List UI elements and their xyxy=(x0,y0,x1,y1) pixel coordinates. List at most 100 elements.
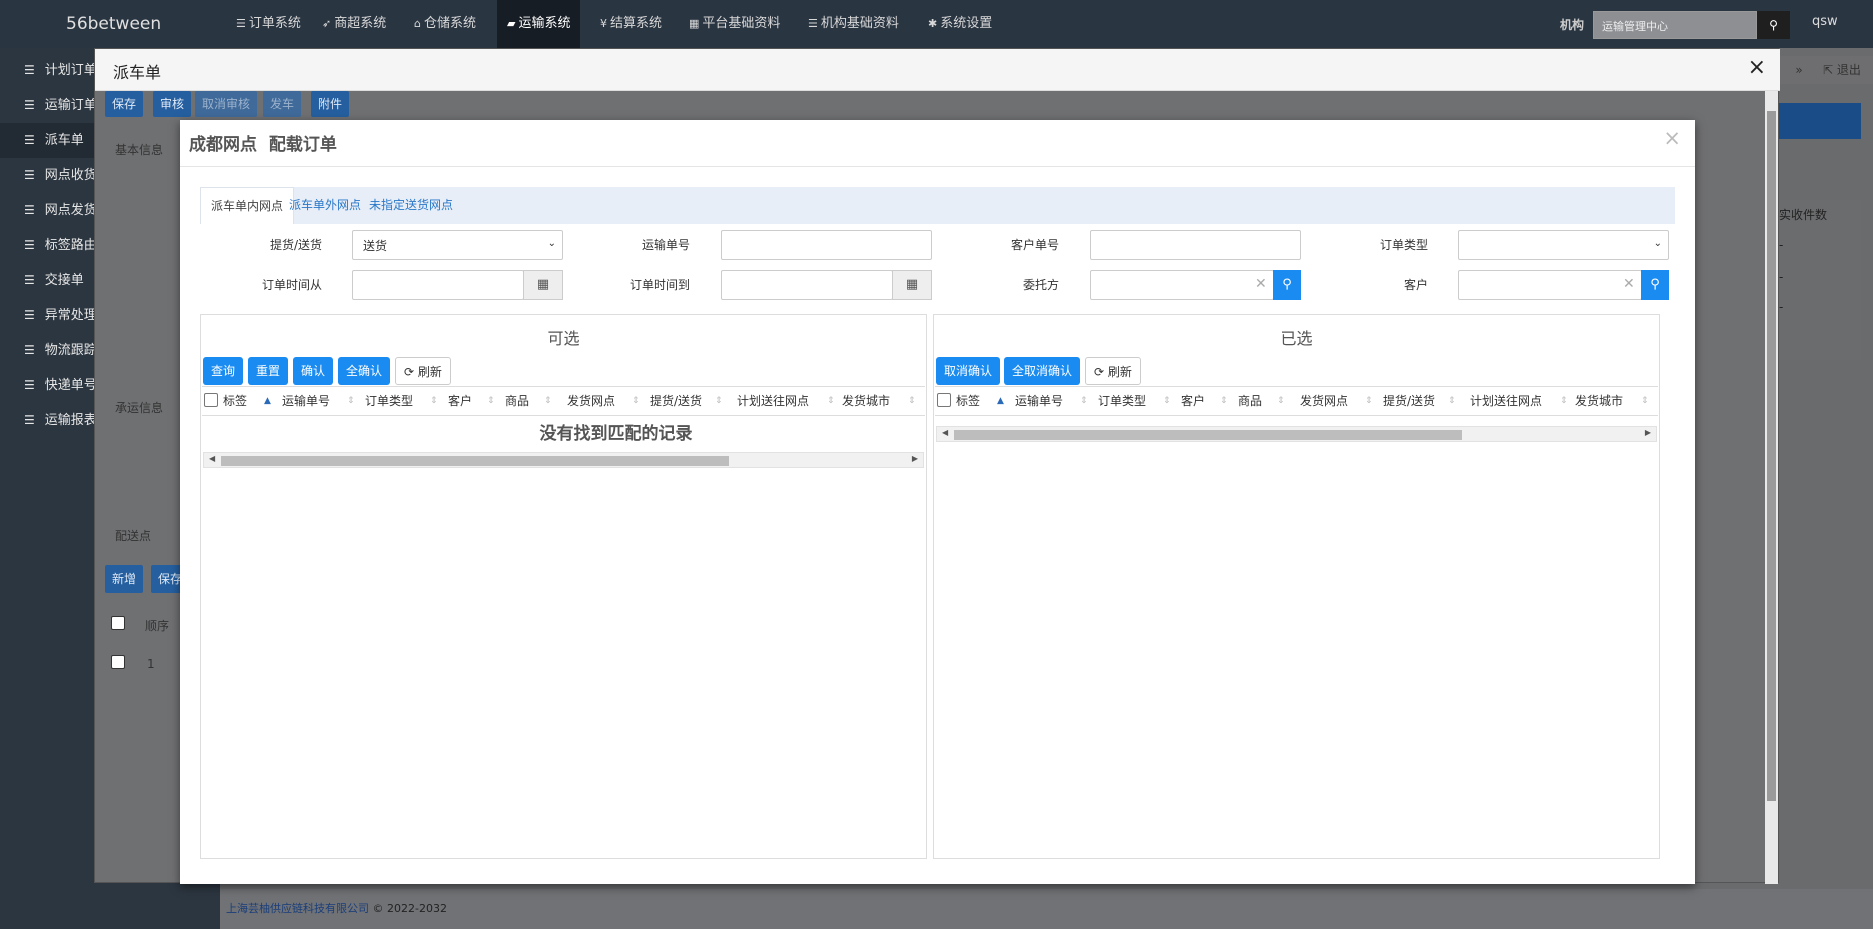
close-icon[interactable]: × xyxy=(1748,55,1766,80)
search-icon: ⚲ xyxy=(1650,277,1660,292)
col-order-type[interactable]: 订单类型 xyxy=(1098,387,1146,415)
col-transport-no[interactable]: 运输单号 xyxy=(282,387,330,415)
col-ship-point[interactable]: 发货网点 xyxy=(567,387,615,415)
order-type-select[interactable]: ⌄ xyxy=(1458,230,1669,260)
scroll-right-icon[interactable]: ▶ xyxy=(1645,428,1651,437)
confirm-all-button[interactable]: 全确认 xyxy=(338,357,391,385)
customer-no-label: 客户单号 xyxy=(1010,238,1059,252)
col-customer[interactable]: 客户 xyxy=(448,387,472,415)
selected-table-header: 标签 ▲ 运输单号 ⇕ 订单类型 ⇕ 客户 ⇕ 商品 ⇕ 发货网点 ⇕ 提货/送… xyxy=(935,386,1658,416)
col-customer[interactable]: 客户 xyxy=(1181,387,1205,415)
col-label[interactable]: 标签 xyxy=(956,387,980,415)
row-checkbox[interactable] xyxy=(111,655,125,669)
select-all-checkbox[interactable] xyxy=(204,393,218,407)
col-goods[interactable]: 商品 xyxy=(1238,387,1262,415)
clear-icon[interactable]: ✕ xyxy=(1623,276,1635,292)
org-search-button[interactable]: ⚲ xyxy=(1757,11,1790,39)
scroll-right-icon[interactable]: ▶ xyxy=(912,454,918,463)
col-order-type[interactable]: 订单类型 xyxy=(365,387,413,415)
refresh-button[interactable]: ⟳ 刷新 xyxy=(395,357,451,385)
select-all-checkbox[interactable] xyxy=(937,393,951,407)
attachment-button[interactable]: 附件 xyxy=(311,91,350,117)
tab-unassigned-points[interactable]: 未指定送货网点 xyxy=(359,187,463,224)
reset-button[interactable]: 重置 xyxy=(248,357,289,385)
customer-no-input[interactable] xyxy=(1090,230,1301,260)
chevron-down-icon: ⌄ xyxy=(1653,238,1662,249)
scroll-left-icon[interactable]: ◀ xyxy=(209,454,215,463)
select-all-checkbox[interactable] xyxy=(111,616,125,630)
customer-input[interactable] xyxy=(1458,270,1642,300)
col-ship-city[interactable]: 发货城市 xyxy=(1575,387,1623,415)
confirm-button[interactable]: 确认 xyxy=(293,357,334,385)
list-icon: ☰ xyxy=(24,378,35,392)
add-button[interactable]: 新增 xyxy=(105,565,144,593)
scroll-left-icon[interactable]: ◀ xyxy=(942,428,948,437)
company-link[interactable]: 上海芸柚供应链科技有限公司 xyxy=(226,902,369,915)
horizontal-scrollbar[interactable]: ◀ ▶ xyxy=(203,452,924,468)
pickup-delivery-select[interactable]: 送货 ⌄ xyxy=(352,230,563,260)
nav-warehouse-system[interactable]: ⌂ 仓储系统 xyxy=(408,0,482,48)
refresh-icon: ⟳ xyxy=(1094,365,1108,379)
sort-icon: ⇕ xyxy=(1641,396,1649,406)
scroll-thumb[interactable] xyxy=(221,456,729,466)
consignor-input[interactable] xyxy=(1090,270,1274,300)
forward-icon[interactable]: » xyxy=(1779,56,1819,84)
brand-logo[interactable]: 56between xyxy=(66,14,161,34)
col-transport-no[interactable]: 运输单号 xyxy=(1015,387,1063,415)
logout-button[interactable]: ⇱ 退出 xyxy=(1819,56,1873,84)
col-pickup-delivery[interactable]: 提货/送货 xyxy=(650,387,702,415)
audit-button[interactable]: 审核 xyxy=(153,91,192,117)
table-cell: - xyxy=(1779,238,1784,252)
transport-no-label: 运输单号 xyxy=(641,238,690,252)
sort-icon: ⇕ xyxy=(1448,396,1456,406)
nav-supermarket-system[interactable]: ➶ 商超系统 xyxy=(316,0,392,48)
tab-out-dispatch-points[interactable]: 派车单外网点 xyxy=(279,187,371,224)
cancel-confirm-button[interactable]: 取消确认 xyxy=(936,357,1001,385)
order-time-to-input[interactable] xyxy=(721,270,893,300)
horizontal-scrollbar[interactable]: ◀ ▶ xyxy=(936,426,1657,442)
refresh-button[interactable]: ⟳ 刷新 xyxy=(1085,357,1141,385)
background-header-bar xyxy=(1779,103,1861,139)
query-button[interactable]: 查询 xyxy=(203,357,244,385)
selected-panel: 已选 取消确认 全取消确认 ⟳ 刷新 标签 ▲ 运输单号 ⇕ 订单类型 ⇕ 客户… xyxy=(933,314,1660,859)
cancel-audit-button[interactable]: 取消审核 xyxy=(195,91,258,117)
col-plan-dest-point[interactable]: 计划送往网点 xyxy=(737,387,809,415)
nav-settlement-system[interactable]: ¥ 结算系统 xyxy=(594,0,668,48)
org-input[interactable]: 运输管理中心 xyxy=(1593,11,1757,39)
calendar-icon[interactable]: ▦ xyxy=(892,270,932,300)
footer: 上海芸柚供应链科技有限公司 © 2022-2032 xyxy=(220,889,1873,929)
col-goods[interactable]: 商品 xyxy=(505,387,529,415)
calendar-icon[interactable]: ▦ xyxy=(523,270,563,300)
scroll-thumb[interactable] xyxy=(954,430,1462,440)
sort-icon: ⇕ xyxy=(1365,396,1373,406)
dispatch-modal-scrollbar[interactable] xyxy=(1765,91,1778,884)
sort-icon: ⇕ xyxy=(827,396,835,406)
nav-transport-system[interactable]: ▰ 运输系统 xyxy=(497,0,581,48)
transport-no-input[interactable] xyxy=(721,230,932,260)
sort-asc-icon: ▲ xyxy=(997,396,1004,406)
sort-icon: ⇕ xyxy=(632,396,640,406)
user-menu[interactable]: qsw xyxy=(1812,14,1838,29)
nav-platform-data[interactable]: ▦ 平台基础资料 xyxy=(683,0,786,48)
scroll-thumb[interactable] xyxy=(1767,111,1776,801)
tab-delivery-points[interactable]: 配送点 xyxy=(115,527,151,544)
close-icon[interactable]: × xyxy=(1663,126,1681,150)
col-label[interactable]: 标签 xyxy=(223,387,247,415)
cancel-all-confirm-button[interactable]: 全取消确认 xyxy=(1004,357,1081,385)
customer-search-button[interactable]: ⚲ xyxy=(1641,270,1669,300)
nav-org-data[interactable]: ☰ 机构基础资料 xyxy=(802,0,905,48)
col-pickup-delivery[interactable]: 提货/送货 xyxy=(1383,387,1435,415)
save-button[interactable]: 保存 xyxy=(105,91,144,117)
consignor-search-button[interactable]: ⚲ xyxy=(1273,270,1301,300)
grid-icon: ▦ xyxy=(689,17,700,30)
sort-icon: ⇕ xyxy=(430,396,438,406)
col-ship-point[interactable]: 发货网点 xyxy=(1300,387,1348,415)
nav-order-system[interactable]: ☰ 订单系统 xyxy=(230,0,307,48)
order-time-from-input[interactable] xyxy=(352,270,524,300)
col-ship-city[interactable]: 发货城市 xyxy=(842,387,890,415)
nav-system-settings[interactable]: ✱ 系统设置 xyxy=(922,0,998,48)
col-plan-dest-point[interactable]: 计划送往网点 xyxy=(1470,387,1542,415)
clear-icon[interactable]: ✕ xyxy=(1255,276,1267,292)
dispatch-button[interactable]: 发车 xyxy=(263,91,302,117)
section-carrier-info: 承运信息 xyxy=(115,401,164,415)
